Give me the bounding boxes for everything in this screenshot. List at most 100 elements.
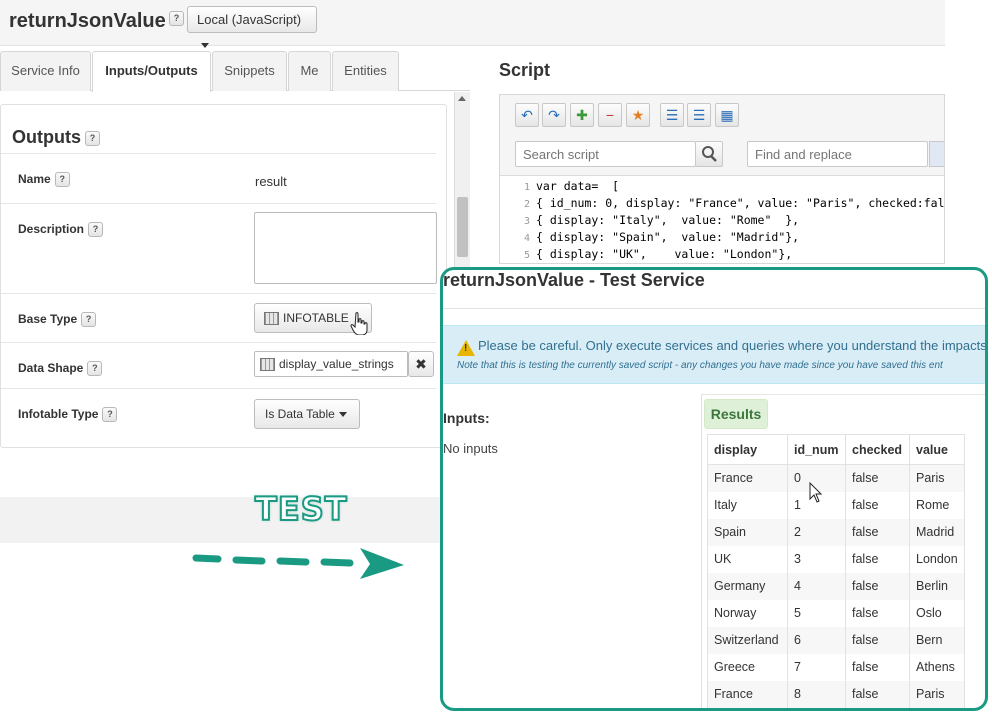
results-table: display id_num checked value France 0 fals…	[707, 434, 965, 708]
dialog-title: returnJsonValue - Test Service	[443, 270, 705, 290]
data-shape-label: Data Shape?	[18, 361, 103, 377]
infotable-type-dropdown[interactable]: Is Data Table	[254, 399, 360, 429]
infotable-type-label: Infotable Type?	[18, 407, 118, 423]
line-number: 5	[523, 250, 530, 261]
scroll-up-icon[interactable]	[458, 96, 466, 101]
column-header[interactable]: id_num	[787, 434, 846, 465]
table-cell: Bern	[909, 626, 965, 654]
find-replace-input[interactable]	[747, 141, 928, 167]
column-header[interactable]: checked	[845, 434, 910, 465]
replace-icon[interactable]	[929, 141, 944, 167]
table-row[interactable]: Spain 2 false Madrid	[707, 518, 965, 546]
language-dropdown[interactable]: Local (JavaScript)	[187, 6, 317, 49]
thumbs-up-icon[interactable]: ★	[626, 103, 650, 127]
code-line: 2 { id_num: 0, display: "France", value: …	[500, 196, 945, 213]
warning-icon-mark: !	[464, 343, 468, 354]
code-line: 4 { display: "Spain", value: "Madrid"},	[500, 230, 799, 247]
description-textarea[interactable]	[254, 212, 437, 284]
tab-service-info[interactable]: Service Info	[0, 51, 91, 91]
output-data-shape-row: Data Shape? display_value_strings ✖	[1, 342, 436, 388]
scroll-thumb[interactable]	[457, 197, 468, 257]
table-row[interactable]: France 0 false Paris	[707, 464, 965, 492]
add-comment-icon[interactable]: ✚	[570, 103, 594, 127]
service-header: returnJsonValue ? Local (JavaScript)	[0, 0, 945, 49]
table-row[interactable]: France 8 false Paris	[707, 680, 965, 708]
code-line: 1 var data= [	[500, 179, 619, 196]
help-icon[interactable]: ?	[85, 130, 100, 146]
divider	[443, 308, 985, 309]
table-cell: false	[845, 626, 910, 654]
code-text: { id_num: 0, display: "France", value: "…	[536, 196, 945, 210]
warning-note: Note that this is testing the currently …	[457, 360, 943, 371]
column-header[interactable]: value	[909, 434, 965, 465]
table-cell: 8	[787, 680, 846, 708]
script-editor: ↶ ↷ ✚ − ★ ☰ ☰ ▦ 1 var data= [ 2 { id_num: …	[499, 94, 945, 264]
table-row[interactable]: Switzerland 6 false Bern	[707, 626, 965, 654]
results-tab[interactable]: Results	[704, 399, 768, 429]
code-area[interactable]: 1 var data= [ 2 { id_num: 0, display: "Fra…	[500, 175, 945, 263]
remove-comment-icon[interactable]: −	[598, 103, 622, 127]
table-cell: UK	[707, 545, 788, 573]
tab-inputs-outputs[interactable]: Inputs/Outputs	[92, 51, 211, 92]
warning-text: Please be careful. Only execute services…	[478, 338, 988, 353]
caret-down-icon	[338, 412, 347, 418]
help-icon[interactable]: ?	[54, 172, 70, 188]
output-infotable-type-row: Infotable Type? Is Data Table	[1, 388, 436, 443]
tab-me[interactable]: Me	[288, 51, 331, 91]
output-base-type-row: Base Type? INFOTABLE	[1, 293, 436, 342]
infotable-type-value: Is Data Table	[265, 407, 335, 421]
tab-bar: Service Info Inputs/Outputs Snippets Me …	[0, 51, 470, 92]
table-row[interactable]: Germany 4 false Berlin	[707, 572, 965, 600]
indent-icon[interactable]: ☰	[660, 103, 684, 127]
code-text: { display: "UK", value: "London"},	[536, 247, 793, 261]
help-icon[interactable]: ?	[87, 361, 103, 377]
column-header[interactable]: display	[707, 434, 788, 465]
table-cell: London	[909, 545, 965, 573]
tab-entities[interactable]: Entities	[332, 51, 399, 91]
table-cell: Athens	[909, 653, 965, 681]
outputs-card: Outputs? Name? result Description? Base …	[0, 104, 447, 448]
outdent-icon[interactable]: ☰	[687, 103, 711, 127]
search-script-input[interactable]	[515, 141, 696, 167]
data-shape-field[interactable]: display_value_strings	[254, 351, 408, 377]
base-type-label-text: Base Type	[18, 312, 78, 326]
table-row[interactable]: Italy 1 false Rome	[707, 491, 965, 519]
table-row[interactable]: UK 3 false London	[707, 545, 965, 573]
data-shape-label-text: Data Shape	[18, 361, 84, 375]
table-cell: Switzerland	[707, 626, 788, 654]
help-icon[interactable]: ?	[169, 11, 184, 26]
table-cell: false	[845, 653, 910, 681]
output-name-row: Name? result	[1, 153, 436, 203]
tab-snippets[interactable]: Snippets	[212, 51, 287, 91]
search-icon[interactable]	[695, 141, 723, 167]
no-inputs-text: No inputs	[443, 441, 498, 456]
help-icon[interactable]: ?	[88, 222, 104, 238]
table-cell: 2	[787, 518, 846, 546]
help-icon[interactable]: ?	[102, 407, 118, 423]
base-type-label: Base Type?	[18, 312, 97, 328]
table-cell: Berlin	[909, 572, 965, 600]
table-header-row: display id_num checked value	[707, 434, 965, 465]
mouse-pointer-icon	[809, 482, 823, 503]
caret-down-icon	[201, 43, 209, 49]
table-cell: Greece	[707, 653, 788, 681]
infotable-type-label-text: Infotable Type	[18, 407, 99, 421]
table-cell: false	[845, 491, 910, 519]
remove-data-shape-button[interactable]: ✖	[408, 351, 434, 377]
undo-icon[interactable]: ↶	[515, 103, 539, 127]
help-icon[interactable]: ?	[81, 312, 97, 328]
test-annotation-label: TEST	[254, 489, 348, 529]
test-service-dialog: returnJsonValue - Test Service ! Please …	[440, 267, 988, 711]
table-row[interactable]: Greece 7 false Athens	[707, 653, 965, 681]
hand-cursor-icon	[350, 312, 368, 335]
table-row[interactable]: Norway 5 false Oslo	[707, 599, 965, 627]
table-cell: Paris	[909, 680, 965, 708]
table-cell: Rome	[909, 491, 965, 519]
redo-icon[interactable]: ↷	[542, 103, 566, 127]
table-cell: Oslo	[909, 599, 965, 627]
close-icon: ✖	[415, 356, 427, 372]
language-dropdown-label: Local (JavaScript)	[197, 12, 302, 27]
description-label-text: Description	[18, 222, 85, 236]
format-icon[interactable]: ▦	[715, 103, 739, 127]
inputs-label: Inputs:	[443, 410, 490, 426]
